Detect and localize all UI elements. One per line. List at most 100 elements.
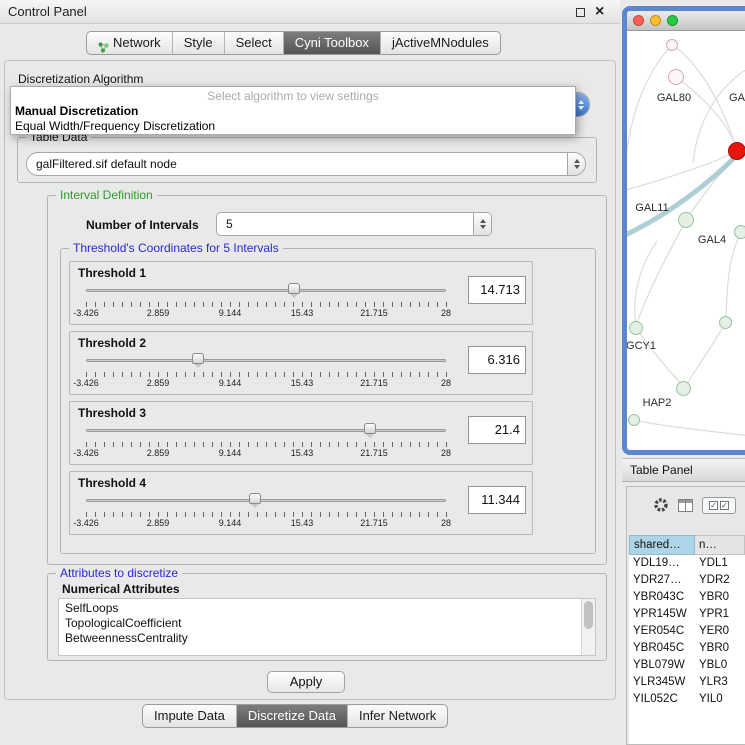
number-of-intervals-combobox[interactable]: 5 (216, 212, 492, 236)
close-window-icon[interactable]: × (595, 1, 604, 23)
network-node[interactable] (629, 321, 643, 335)
columns-icon[interactable] (678, 499, 693, 512)
slider-track[interactable] (86, 289, 446, 292)
dropdown-option[interactable]: Equal Width/Frequency Discretization (11, 119, 575, 134)
close-traffic-light-icon[interactable] (633, 15, 644, 26)
network-node[interactable] (628, 414, 640, 426)
network-node[interactable] (678, 212, 694, 228)
cell-name: YLR3 (695, 674, 745, 691)
slider-track[interactable] (86, 499, 446, 502)
discretization-algorithm-label: Discretization Algorithm (18, 72, 143, 86)
threshold-value-input[interactable]: 6.316 (468, 346, 526, 374)
cyni-toolbox-panel: Table Data galFiltered.sif default node … (4, 60, 616, 700)
threshold-slider-thumb[interactable] (192, 353, 204, 364)
column-header-name[interactable]: n… (695, 535, 745, 555)
scale-label: 9.144 (219, 308, 242, 318)
cell-shared-name: YER054C (629, 623, 695, 640)
slider-track[interactable] (86, 359, 446, 362)
slider-track[interactable] (86, 429, 446, 432)
table-row[interactable]: YDR27… YDR2 (629, 572, 745, 589)
scale-label: 2.859 (147, 518, 170, 528)
combobox-stepper-icon[interactable] (567, 153, 585, 175)
tab[interactable]: Network (87, 32, 173, 54)
float-window-icon[interactable] (576, 8, 585, 17)
cell-name: YBR0 (695, 640, 745, 657)
attributes-scrollbar[interactable] (581, 599, 595, 655)
threshold-slider[interactable] (86, 423, 446, 439)
top-tab-bar: Network Style Select Cyni Toolbo (86, 31, 501, 55)
scale-label: 15.43 (291, 308, 314, 318)
cell-name: YBR0 (695, 589, 745, 606)
table-data-combobox-value: galFiltered.sif default node (27, 153, 567, 175)
scrollbar-thumb[interactable] (584, 601, 593, 629)
node-label: GAL80 (657, 92, 691, 104)
threshold-slider-thumb[interactable] (249, 493, 261, 504)
tab[interactable]: Cyni Toolbox (284, 32, 381, 54)
threshold-value-input[interactable]: 14.713 (468, 276, 526, 304)
network-node[interactable] (734, 225, 745, 239)
attribute-list-item[interactable]: SelfLoops (65, 601, 579, 616)
interval-definition-group: Interval Definition Number of Intervals … (47, 195, 607, 565)
slider-tick-marks (86, 372, 447, 377)
scale-label: -3.426 (73, 308, 99, 318)
table-row[interactable]: YDL19… YDL1 (629, 555, 745, 572)
scale-label: 21.715 (360, 448, 388, 458)
table-row[interactable]: YER054C YER0 (629, 623, 745, 640)
table-row[interactable]: YIL052C YIL0 (629, 691, 745, 708)
tab[interactable]: Style (173, 32, 225, 54)
dropdown-option[interactable]: Manual Discretization (11, 104, 575, 119)
attribute-list-item[interactable]: TopologicalCoefficient (65, 616, 579, 631)
table-row[interactable]: YPR145W YPR1 (629, 606, 745, 623)
threshold-slider[interactable] (86, 353, 446, 369)
tab[interactable]: jActiveMNodules (381, 32, 500, 54)
tab[interactable]: Impute Data (143, 705, 237, 727)
tab-label: Select (236, 32, 272, 54)
network-node[interactable] (728, 142, 745, 160)
select-columns-button[interactable]: ✓ ✓ (702, 497, 736, 514)
scale-label: 28 (441, 308, 451, 318)
apply-button[interactable]: Apply (267, 671, 345, 693)
threshold-label: Threshold 1 (78, 266, 146, 280)
slider-scale-labels: -3.4262.8599.14415.4321.71528 (86, 308, 446, 320)
gear-icon[interactable] (653, 497, 669, 513)
threshold-slider-thumb[interactable] (364, 423, 376, 434)
threshold-slider[interactable] (86, 493, 446, 509)
table-data-combobox[interactable]: galFiltered.sif default node (26, 152, 586, 176)
table-panel-titlebar: Table Panel (622, 458, 745, 482)
scale-label: 9.144 (219, 448, 242, 458)
table-row[interactable]: YBL079W YBL0 (629, 657, 745, 674)
table-row[interactable]: YBR045C YBR0 (629, 640, 745, 657)
checkbox-icon: ✓ (709, 501, 718, 510)
zoom-traffic-light-icon[interactable] (667, 15, 678, 26)
slider-scale-labels: -3.4262.8599.14415.4321.71528 (86, 448, 446, 460)
threshold-value-input[interactable]: 11.344 (468, 486, 526, 514)
tab[interactable]: Select (225, 32, 284, 54)
combobox-stepper-icon[interactable] (473, 213, 491, 235)
network-node[interactable] (668, 69, 684, 85)
attribute-list-item[interactable]: BetweennessCentrality (65, 631, 579, 646)
cell-shared-name: YDR27… (629, 572, 695, 589)
tab[interactable]: Discretize Data (237, 705, 348, 727)
tab-label: Discretize Data (248, 705, 336, 727)
node-label: GAL11 (635, 202, 668, 214)
threshold-slider-thumb[interactable] (288, 283, 300, 294)
tab-label: Infer Network (359, 705, 436, 727)
network-node[interactable] (676, 381, 691, 396)
tab-label: Impute Data (154, 705, 225, 727)
network-canvas[interactable]: GAL80 GA GAL11 GAL4 GCY1 HAP2 (627, 31, 745, 454)
column-header-shared-name[interactable]: shared… (629, 535, 695, 555)
minimize-traffic-light-icon[interactable] (650, 15, 661, 26)
network-node[interactable] (719, 316, 732, 329)
slider-scale-labels: -3.4262.8599.14415.4321.71528 (86, 518, 446, 530)
threshold-value-input[interactable]: 21.4 (468, 416, 526, 444)
scale-label: -3.426 (73, 448, 99, 458)
threshold-slider[interactable] (86, 283, 446, 299)
table-row[interactable]: YBR043C YBR0 (629, 589, 745, 606)
thresholds-group-label: Threshold's Coordinates for 5 Intervals (69, 241, 283, 255)
scale-label: 15.43 (291, 448, 314, 458)
top-tabs: Network Style Select Cyni Toolbo (86, 31, 501, 55)
cell-name: YDL1 (695, 555, 745, 572)
tab[interactable]: Infer Network (348, 705, 447, 727)
network-node[interactable] (666, 39, 678, 51)
table-row[interactable]: YLR345W YLR3 (629, 674, 745, 691)
